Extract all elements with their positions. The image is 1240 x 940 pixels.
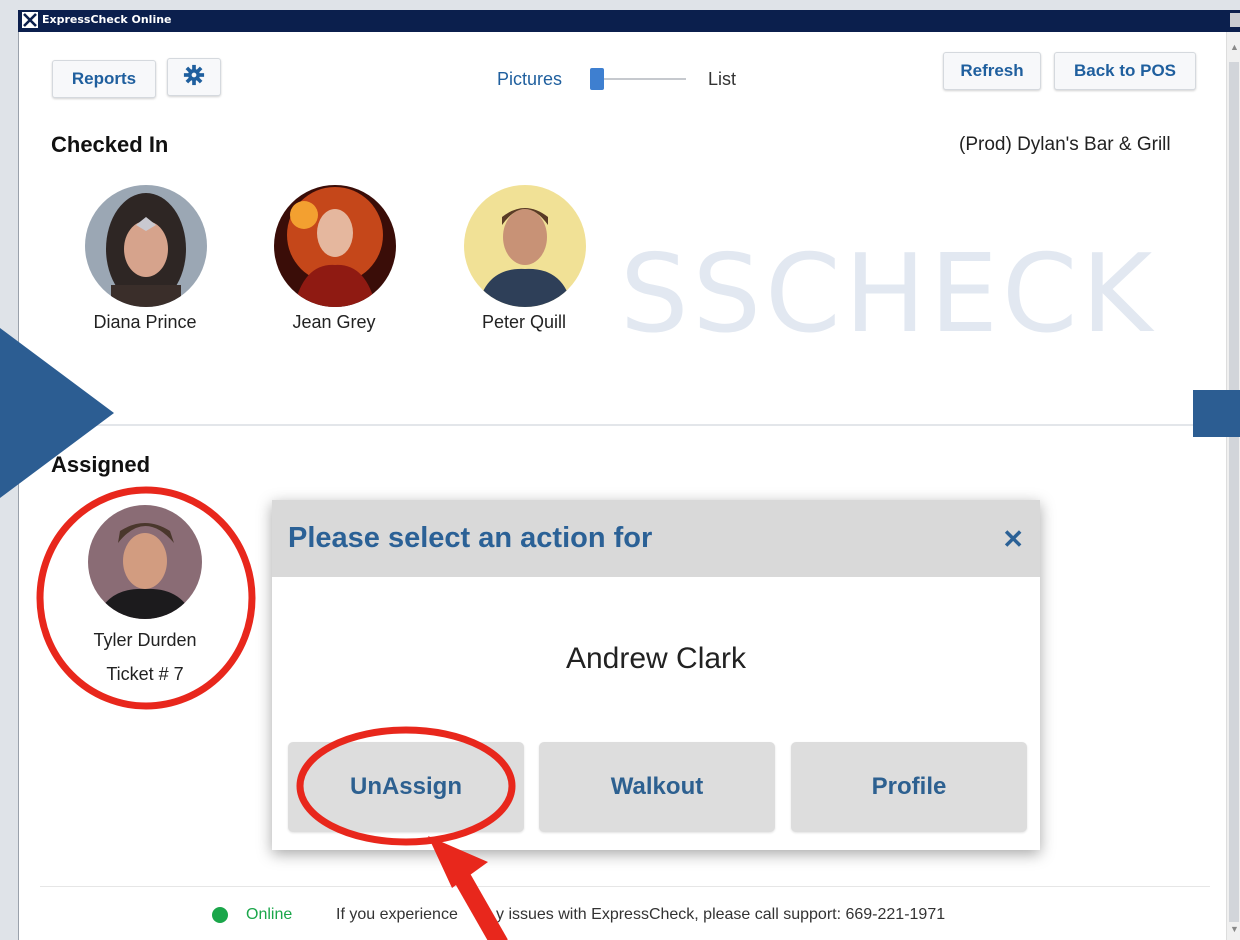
annotation-square-icon [1193,390,1240,437]
annotation-arrow-icon [428,836,508,940]
annotation-play-arrow-icon [0,328,114,498]
annotation-circle [36,486,256,710]
annotation-overlay [0,328,1240,940]
annotation-circle [296,726,516,846]
